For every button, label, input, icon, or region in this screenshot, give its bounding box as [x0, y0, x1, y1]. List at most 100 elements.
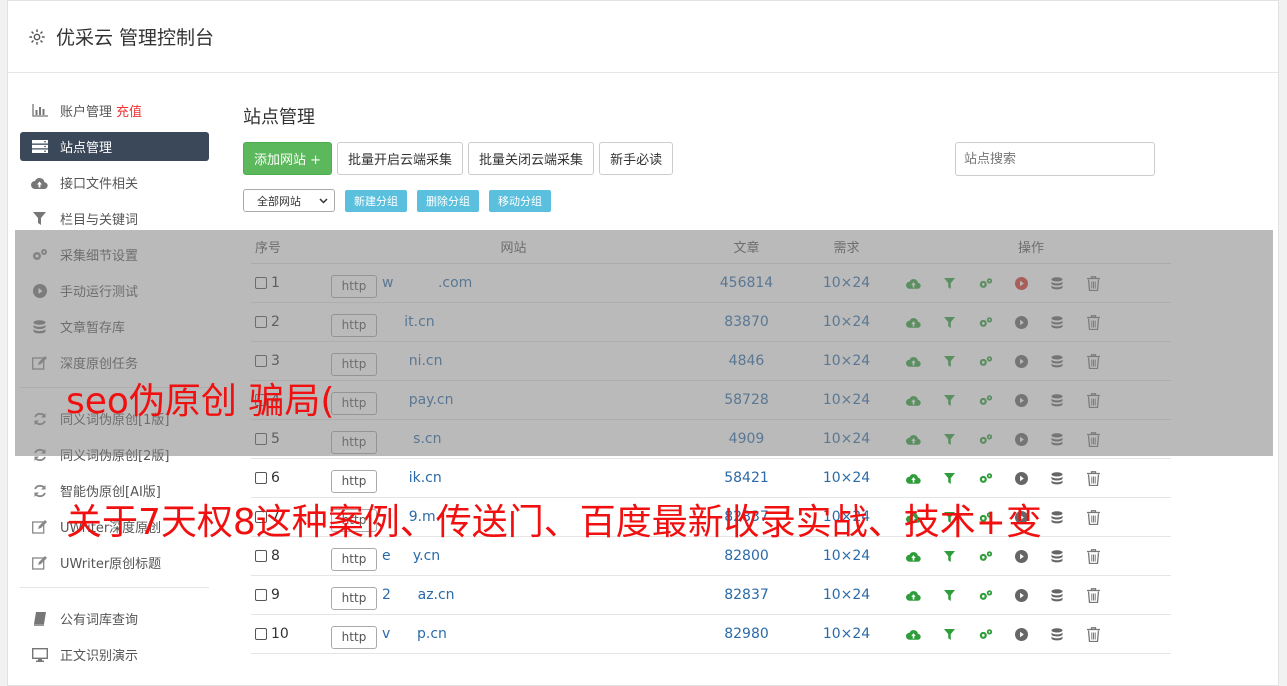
site-link[interactable]: 2 az.cn	[382, 587, 455, 603]
trash-icon[interactable]	[1084, 547, 1102, 565]
article-count[interactable]: 82837	[696, 587, 797, 603]
database-icon[interactable]	[1048, 625, 1066, 643]
demand-value[interactable]: 10×24	[797, 548, 896, 564]
article-count[interactable]: 4846	[696, 353, 797, 369]
site-link[interactable]: s.cn	[382, 431, 441, 447]
add-site-button[interactable]: 添加网站 +	[243, 142, 333, 175]
database-icon[interactable]	[1048, 352, 1066, 370]
site-link[interactable]: ni.cn	[382, 353, 443, 369]
cloud-upload-icon[interactable]	[904, 352, 922, 370]
sidebar-item-10[interactable]: 同义词伪原创[2版]	[20, 440, 209, 469]
sidebar-item-13[interactable]: UWriter原创标题	[20, 548, 209, 577]
delete-group-button[interactable]: 删除分组	[417, 189, 479, 212]
trash-icon[interactable]	[1084, 352, 1102, 370]
database-icon[interactable]	[1048, 391, 1066, 409]
database-icon[interactable]	[1048, 508, 1066, 526]
database-icon[interactable]	[1048, 586, 1066, 604]
demand-value[interactable]: 10×24	[797, 470, 896, 486]
play-circle-icon[interactable]	[1012, 547, 1030, 565]
filter-icon[interactable]	[940, 625, 958, 643]
cloud-upload-icon[interactable]	[904, 430, 922, 448]
site-link[interactable]: it.cn	[382, 314, 434, 330]
demand-value[interactable]: 10×24	[797, 275, 896, 291]
filter-icon[interactable]	[940, 391, 958, 409]
play-circle-icon[interactable]	[1012, 391, 1030, 409]
article-count[interactable]: 456814	[696, 275, 797, 291]
trash-icon[interactable]	[1084, 586, 1102, 604]
filter-icon[interactable]	[940, 547, 958, 565]
site-link[interactable]: e y.cn	[382, 548, 440, 564]
row-checkbox[interactable]	[255, 433, 267, 445]
cogs-icon[interactable]	[976, 586, 994, 604]
cloud-upload-icon[interactable]	[904, 313, 922, 331]
article-count[interactable]: 58421	[696, 470, 797, 486]
cogs-icon[interactable]	[976, 430, 994, 448]
cloud-upload-icon[interactable]	[904, 625, 922, 643]
cogs-icon[interactable]	[976, 274, 994, 292]
article-count[interactable]: 82800	[696, 548, 797, 564]
sidebar-item-7[interactable]: 文章暂存库	[20, 312, 209, 341]
demand-value[interactable]: 10×24	[797, 392, 896, 408]
sidebar-item-2[interactable]: 站点管理	[20, 132, 209, 161]
sidebar-item-4[interactable]: 栏目与关键词	[20, 204, 209, 233]
row-checkbox[interactable]	[255, 355, 267, 367]
demand-value[interactable]: 10×24	[797, 587, 896, 603]
trash-icon[interactable]	[1084, 469, 1102, 487]
database-icon[interactable]	[1048, 469, 1066, 487]
sidebar-item-14[interactable]: 公有词库查询	[20, 604, 209, 633]
cogs-icon[interactable]	[976, 352, 994, 370]
article-count[interactable]: 4909	[696, 431, 797, 447]
database-icon[interactable]	[1048, 274, 1066, 292]
trash-icon[interactable]	[1084, 313, 1102, 331]
new-group-button[interactable]: 新建分组	[345, 189, 407, 212]
cloud-upload-icon[interactable]	[904, 547, 922, 565]
cogs-icon[interactable]	[976, 313, 994, 331]
cloud-upload-icon[interactable]	[904, 586, 922, 604]
site-link[interactable]: ik.cn	[382, 470, 442, 486]
filter-icon[interactable]	[940, 469, 958, 487]
batch-enable-button[interactable]: 批量开启云端采集	[337, 142, 464, 175]
cogs-icon[interactable]	[976, 469, 994, 487]
filter-icon[interactable]	[940, 274, 958, 292]
filter-icon[interactable]	[940, 430, 958, 448]
sidebar-item-15[interactable]: 正文识别演示	[20, 640, 209, 669]
filter-icon[interactable]	[940, 586, 958, 604]
trash-icon[interactable]	[1084, 625, 1102, 643]
group-select[interactable]: 全部网站	[243, 189, 335, 212]
site-link[interactable]: v p.cn	[382, 626, 447, 642]
cogs-icon[interactable]	[976, 391, 994, 409]
row-checkbox[interactable]	[255, 472, 267, 484]
play-circle-icon[interactable]	[1012, 313, 1030, 331]
sidebar-item-3[interactable]: 接口文件相关	[20, 168, 209, 197]
sidebar-item-1[interactable]: 账户管理 充值	[20, 96, 209, 125]
trash-icon[interactable]	[1084, 508, 1102, 526]
cloud-upload-icon[interactable]	[904, 469, 922, 487]
article-count[interactable]: 58728	[696, 392, 797, 408]
cogs-icon[interactable]	[976, 547, 994, 565]
site-link[interactable]: w .com	[382, 275, 472, 291]
sidebar-item-6[interactable]: 手动运行测试	[20, 276, 209, 305]
row-checkbox[interactable]	[255, 316, 267, 328]
row-checkbox[interactable]	[255, 550, 267, 562]
site-link[interactable]: pay.cn	[382, 392, 454, 408]
database-icon[interactable]	[1048, 430, 1066, 448]
trash-icon[interactable]	[1084, 391, 1102, 409]
article-count[interactable]: 83870	[696, 314, 797, 330]
play-circle-icon[interactable]	[1012, 352, 1030, 370]
trash-icon[interactable]	[1084, 274, 1102, 292]
row-checkbox[interactable]	[255, 277, 267, 289]
trash-icon[interactable]	[1084, 430, 1102, 448]
newbie-guide-button[interactable]: 新手必读	[599, 142, 674, 175]
play-circle-icon[interactable]	[1012, 274, 1030, 292]
cloud-upload-icon[interactable]	[904, 391, 922, 409]
row-checkbox[interactable]	[255, 628, 267, 640]
filter-icon[interactable]	[940, 313, 958, 331]
play-circle-icon[interactable]	[1012, 586, 1030, 604]
demand-value[interactable]: 10×24	[797, 626, 896, 642]
play-circle-icon[interactable]	[1012, 625, 1030, 643]
demand-value[interactable]: 10×24	[797, 314, 896, 330]
play-circle-icon[interactable]	[1012, 469, 1030, 487]
sidebar-item-5[interactable]: 采集细节设置	[20, 240, 209, 269]
database-icon[interactable]	[1048, 547, 1066, 565]
cloud-upload-icon[interactable]	[904, 274, 922, 292]
